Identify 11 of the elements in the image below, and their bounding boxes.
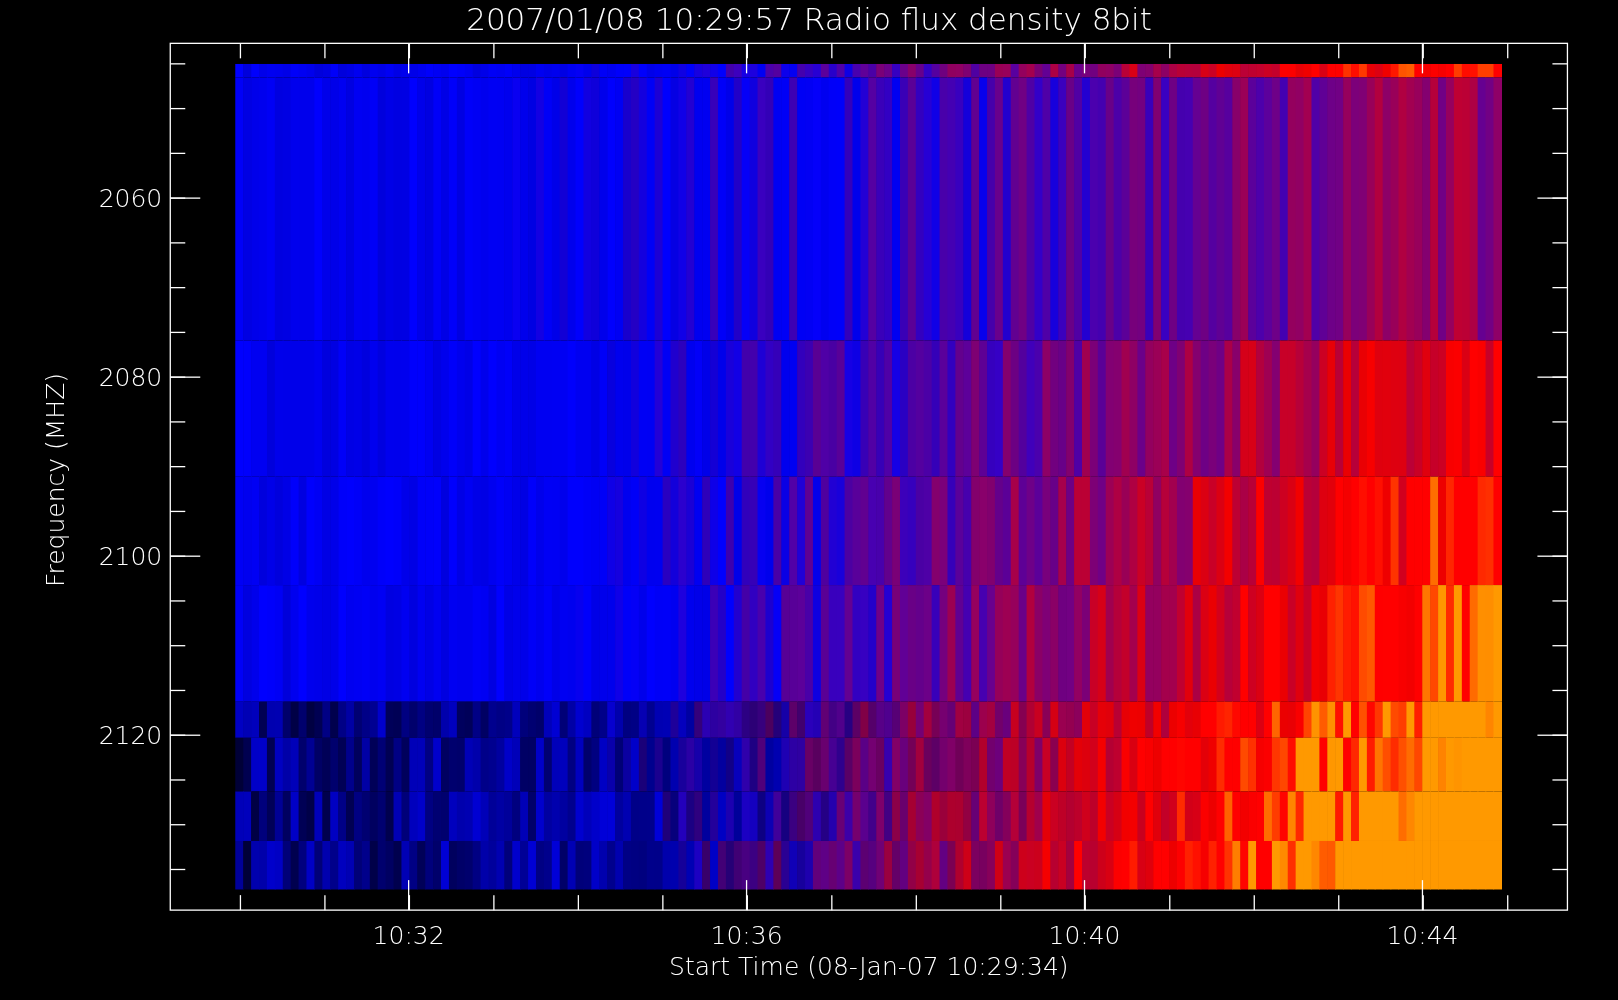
y-axis-label: Frequency (MHZ) xyxy=(41,372,70,588)
y-tick-label: 2060 xyxy=(98,184,163,214)
chart-title: 2007/01/08 10:29:57 Radio flux density 8bit xyxy=(466,1,1152,37)
x-tick-label: 10:36 xyxy=(710,921,783,951)
y-tick-label: 2100 xyxy=(98,542,163,572)
y-tick-label: 2120 xyxy=(98,721,163,751)
x-tick-label: 10:44 xyxy=(1386,921,1459,951)
x-tick-label: 10:32 xyxy=(372,921,445,951)
y-tick-label: 2080 xyxy=(98,363,163,393)
x-tick-label: 10:40 xyxy=(1048,921,1121,951)
x-axis-label: Start Time (08-Jan-07 10:29:34) xyxy=(669,952,1069,981)
